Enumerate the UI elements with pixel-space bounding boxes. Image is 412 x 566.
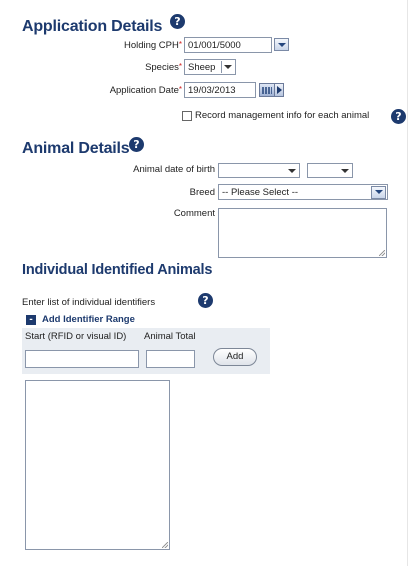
- breed-label: Breed: [189, 187, 215, 198]
- animal-total-input[interactable]: [146, 350, 195, 368]
- breed-select[interactable]: -- Please Select --: [218, 184, 388, 200]
- start-id-input[interactable]: [25, 350, 139, 368]
- dob-month-select[interactable]: [307, 163, 353, 178]
- start-column-header: Start (RFID or visual ID): [25, 331, 127, 342]
- chevron-down-icon: [371, 185, 386, 199]
- holding-cph-value: 01/001/5000: [188, 39, 241, 51]
- collapse-icon[interactable]: -: [26, 315, 36, 325]
- record-mgmt-checkbox[interactable]: [182, 111, 192, 121]
- identifiers-textarea[interactable]: [25, 380, 170, 550]
- form-panel: Application Details ? Holding CPH* 01/00…: [10, 0, 408, 566]
- breed-value: -- Please Select --: [222, 186, 299, 198]
- comment-label: Comment: [173, 208, 215, 219]
- dob-day-select[interactable]: [218, 163, 300, 178]
- holding-cph-select[interactable]: 01/001/5000: [184, 37, 272, 53]
- species-select[interactable]: Sheep: [184, 59, 236, 75]
- chevron-down-icon: [338, 165, 351, 176]
- individual-animals-heading: Individual Identified Animals: [22, 262, 213, 278]
- calendar-icon[interactable]: [259, 83, 275, 97]
- help-icon[interactable]: ?: [170, 14, 185, 29]
- total-column-header: Animal Total: [144, 331, 196, 342]
- help-icon[interactable]: ?: [129, 137, 144, 152]
- comment-textarea[interactable]: [218, 208, 387, 258]
- species-label: Species*: [145, 62, 182, 73]
- dob-label: Animal date of birth: [133, 164, 215, 175]
- holding-cph-label: Holding CPH*: [123, 40, 182, 51]
- application-date-input[interactable]: 19/03/2013: [184, 82, 256, 98]
- chevron-down-icon: [285, 165, 298, 176]
- help-icon[interactable]: ?: [391, 109, 406, 124]
- add-button[interactable]: Add: [213, 348, 257, 366]
- chevron-down-icon[interactable]: [274, 38, 289, 51]
- species-value: Sheep: [188, 61, 216, 73]
- record-mgmt-label: Record management info for each animal: [195, 110, 370, 121]
- play-arrow-icon[interactable]: [274, 83, 284, 97]
- application-date-label: Application Date*: [109, 85, 182, 96]
- enter-list-label: Enter list of individual identifiers: [22, 297, 156, 308]
- chevron-down-icon: [221, 61, 234, 73]
- resize-grip[interactable]: [379, 250, 385, 256]
- resize-grip[interactable]: [162, 542, 168, 548]
- help-icon[interactable]: ?: [198, 293, 213, 308]
- add-identifier-range-label[interactable]: Add Identifier Range: [42, 314, 135, 325]
- required-mark: *: [178, 40, 182, 49]
- animal-details-heading: Animal Details: [22, 140, 130, 157]
- application-details-heading: Application Details: [22, 18, 163, 35]
